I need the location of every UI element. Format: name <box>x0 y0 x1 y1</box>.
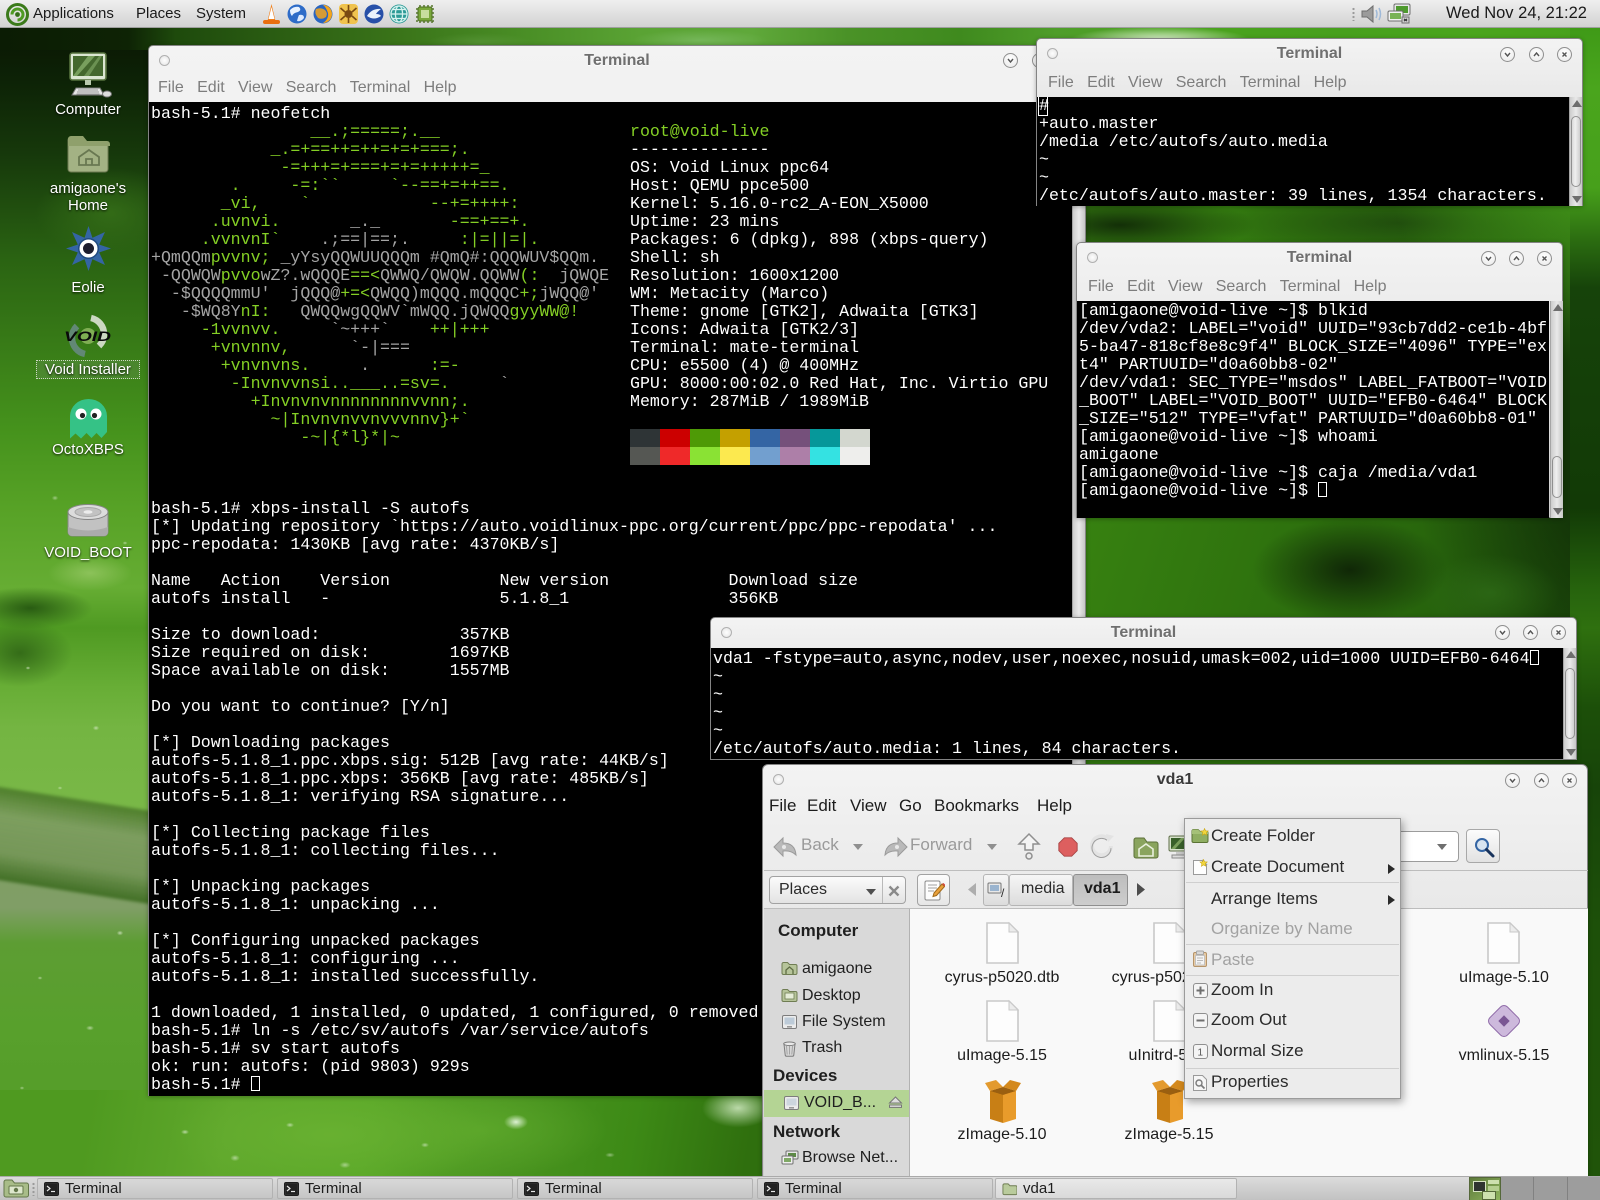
svg-text:1: 1 <box>1198 1048 1204 1059</box>
svg-text:/: / <box>1001 886 1005 899</box>
svg-text:VOID: VOID <box>64 329 111 344</box>
